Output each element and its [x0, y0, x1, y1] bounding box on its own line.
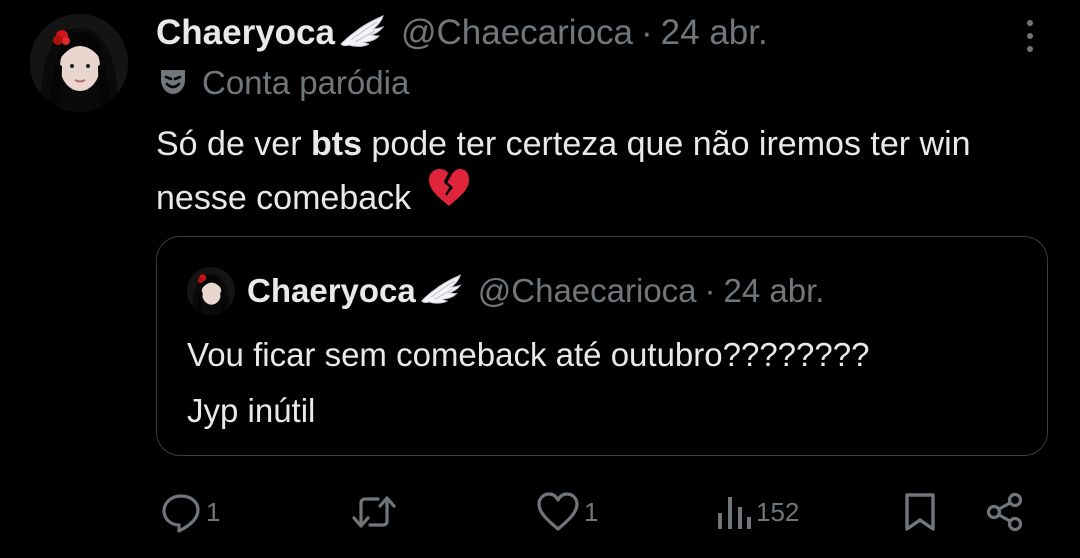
- author-name[interactable]: Chaeryoca: [156, 13, 335, 53]
- reply-count: 1: [206, 496, 221, 527]
- author-handle[interactable]: @Chaecarioca: [401, 13, 633, 53]
- quoted-author-handle[interactable]: @Chaecarioca: [478, 272, 697, 310]
- quoted-date[interactable]: 24 abr.: [724, 272, 825, 310]
- angel-wing-icon: [418, 273, 464, 310]
- tweet-text-before: Só de ver: [156, 125, 311, 163]
- tweet-text: Só de ver bts pode ter certeza que não i…: [156, 117, 1036, 225]
- quoted-text-line2: Jyp inútil: [187, 392, 316, 429]
- bookmark-button[interactable]: [902, 486, 938, 538]
- author-avatar[interactable]: [30, 14, 128, 112]
- views-button[interactable]: 152: [716, 486, 799, 538]
- share-button[interactable]: [984, 486, 1026, 538]
- angel-wing-icon: [337, 14, 387, 53]
- views-icon: [716, 491, 752, 533]
- quoted-author-name[interactable]: Chaeryoca: [247, 272, 416, 310]
- quoted-tweet[interactable]: Chaeryoca @Chaecarioca · 24 abr. Vou fic…: [156, 236, 1048, 456]
- quoted-author-avatar[interactable]: [187, 267, 235, 315]
- share-icon: [984, 491, 1026, 533]
- reply-button[interactable]: 1: [160, 486, 220, 538]
- separator-dot: ·: [641, 13, 653, 52]
- quoted-text: Vou ficar sem comeback até outubro??????…: [187, 327, 1037, 439]
- theater-mask-icon: [158, 66, 188, 101]
- like-button[interactable]: 1: [536, 486, 598, 538]
- action-bar: 1 1 152: [0, 486, 1080, 538]
- retweet-icon: [352, 491, 396, 533]
- quoted-text-line1: Vou ficar sem comeback até outubro??????…: [187, 336, 870, 373]
- like-count: 1: [584, 496, 599, 527]
- tweet-date[interactable]: 24 abr.: [661, 13, 768, 53]
- retweet-button[interactable]: [352, 486, 400, 538]
- bookmark-icon: [902, 491, 938, 533]
- broken-heart-icon: [427, 168, 471, 224]
- quoted-header: Chaeryoca @Chaecarioca · 24 abr.: [247, 267, 824, 315]
- reply-icon: [160, 491, 202, 533]
- views-count: 152: [756, 496, 800, 527]
- parody-label-text: Conta paródia: [202, 64, 410, 101]
- tweet-text-bold: bts: [310, 125, 362, 163]
- heart-icon: [536, 491, 580, 533]
- parody-account-label: Conta paródia: [158, 62, 409, 104]
- tweet-header: Chaeryoca @Chaecarioca · 24 abr.: [156, 10, 768, 56]
- more-options-icon[interactable]: [1012, 16, 1048, 56]
- separator-dot: ·: [704, 272, 716, 309]
